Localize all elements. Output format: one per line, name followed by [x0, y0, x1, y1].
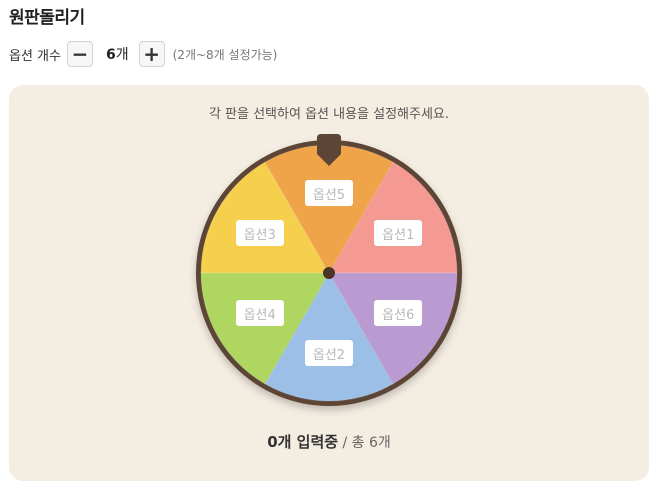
options-count-label: 옵션 개수 [9, 48, 61, 64]
wheel-option-label[interactable]: 옵션6 [373, 299, 424, 327]
input-total-text: / 총 6개 [338, 435, 391, 451]
wheel-option-label[interactable]: 옵션1 [373, 219, 424, 247]
wheel-option-label[interactable]: 옵션2 [304, 339, 354, 367]
wheel-option-label[interactable]: 옵션5 [304, 179, 354, 207]
wheel-panel: 각 판을 선택하여 옵션 내용을 설정해주세요. 옵션1 옵션6 옵션2 옵션4 옵션3… [9, 85, 649, 481]
wheel-instruction: 각 판을 선택하여 옵션 내용을 설정해주세요. [208, 107, 450, 122]
wheel-center-pin [323, 267, 335, 279]
page-title: 원판돌리기 [9, 8, 85, 28]
options-count-number: 6 [105, 47, 116, 63]
increase-button[interactable]: + [138, 41, 165, 67]
roulette-wheel [196, 134, 462, 406]
minus-icon: − [71, 42, 89, 66]
plus-icon: + [143, 42, 160, 66]
wheel-option-label[interactable]: 옵션4 [234, 299, 285, 327]
options-count-unit: 개 [115, 47, 129, 63]
input-count-text: 0개 입력중 [267, 433, 339, 451]
options-count-row: 옵션 개수 − 6개 + (2개~8개 설정가능) [9, 40, 277, 68]
wheel-option-label[interactable]: 옵션3 [234, 219, 285, 247]
options-count-hint: (2개~8개 설정가능) [172, 47, 278, 62]
input-status: 0개 입력중 / 총 6개 [9, 431, 649, 452]
decrease-button[interactable]: − [66, 41, 93, 67]
options-count-value: 6개 [106, 44, 129, 64]
